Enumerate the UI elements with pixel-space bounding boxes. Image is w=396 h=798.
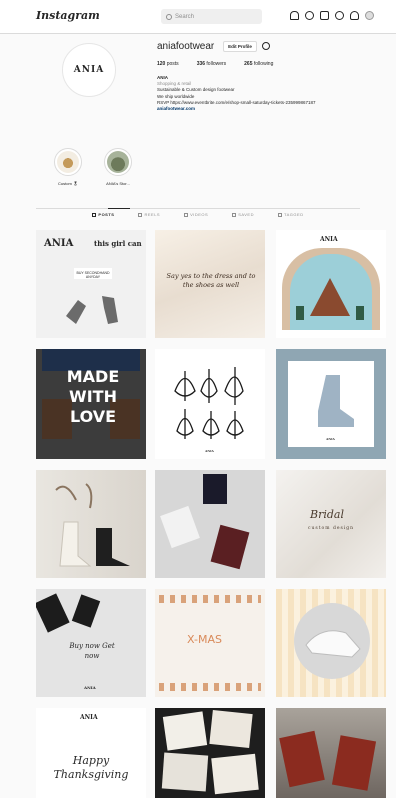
post-brand: ANIA	[84, 685, 96, 690]
post-caption: MADE WITH LOVE	[66, 367, 120, 426]
post-tile[interactable]	[155, 708, 265, 798]
post-tile[interactable]: ANIA this girl can BUY SECONDHAND ANYDAY	[36, 230, 146, 338]
profile-stats: 120 posts 336 followers 265 following	[157, 61, 291, 67]
profile-avatar-icon[interactable]	[365, 11, 374, 20]
post-tile[interactable]	[276, 708, 386, 798]
nav-icons	[290, 11, 380, 20]
tabs-divider	[36, 208, 360, 209]
grid-icon	[92, 212, 97, 217]
post-tile[interactable]: X-MAS	[155, 589, 265, 697]
boots-illustration	[66, 296, 118, 324]
edit-profile-button[interactable]: Edit Profile	[223, 41, 257, 52]
leaf-illustration	[174, 367, 244, 439]
highlight-stores[interactable]: ANIA's Stor...	[98, 148, 138, 186]
tab-saved[interactable]: SAVED	[232, 212, 254, 217]
messenger-icon[interactable]	[305, 11, 314, 20]
active-tab-indicator	[108, 208, 130, 209]
search-input[interactable]: Search	[161, 9, 262, 24]
instagram-logo[interactable]: Instagram	[36, 9, 100, 22]
post-title: X-MAS	[187, 633, 222, 646]
stat-posts[interactable]: 120 posts	[157, 61, 179, 67]
explore-icon[interactable]	[335, 11, 344, 20]
search-placeholder: Search	[175, 13, 195, 20]
post-caption: Buy now Get now	[69, 642, 115, 660]
post-tile[interactable]: ANIA Happy Thanksgiving	[36, 708, 146, 798]
post-brand: ANIA	[326, 437, 335, 441]
post-brand: ANIA	[320, 236, 338, 243]
bio-website-link[interactable]: aniafootwear.com	[157, 106, 382, 112]
search-icon	[166, 13, 172, 20]
post-tile[interactable]	[36, 470, 146, 578]
profile-bio: ANIA Shopping & retail Sustainable & Cus…	[157, 75, 382, 112]
tag-icon	[277, 212, 282, 217]
post-tile[interactable]	[155, 470, 265, 578]
post-tile[interactable]	[276, 589, 386, 697]
home-icon[interactable]	[290, 11, 299, 20]
post-tile[interactable]: Say yes to the dress and to the shoes as…	[155, 230, 265, 338]
mule-illustration	[305, 630, 361, 658]
top-nav-bar: Instagram Search	[0, 0, 396, 34]
post-subtitle: custom design	[308, 526, 355, 531]
post-image	[282, 248, 380, 330]
settings-gear-icon[interactable]	[262, 42, 270, 50]
post-title: Happy Thanksgiving	[53, 754, 129, 781]
profile-tabs: POSTS REELS VIDEOS SAVED TAGGED	[36, 212, 360, 217]
post-tile[interactable]: ANIA	[276, 230, 386, 338]
highlight-cover	[57, 151, 79, 173]
post-brand: ANIA	[205, 449, 214, 453]
highlight-label: Custom 🎖	[58, 181, 78, 186]
post-title: Bridal	[310, 508, 344, 521]
post-caption: Say yes to the dress and to the shoes as…	[166, 272, 256, 289]
bookmark-icon	[232, 212, 237, 217]
tab-videos[interactable]: VIDEOS	[184, 212, 208, 217]
highlight-custom[interactable]: Custom 🎖	[48, 148, 88, 186]
reels-icon	[138, 212, 143, 217]
boots-photo	[55, 483, 130, 567]
highlight-cover	[107, 151, 129, 173]
tab-posts[interactable]: POSTS	[92, 212, 114, 217]
post-tile[interactable]: ANIA	[276, 349, 386, 459]
tab-reels[interactable]: REELS	[138, 212, 160, 217]
post-tile[interactable]: MADE WITH LOVE	[36, 349, 146, 459]
post-title: this girl can	[94, 239, 142, 248]
profile-username: aniafootwear	[157, 41, 215, 52]
heart-icon[interactable]	[350, 11, 359, 20]
stat-followers[interactable]: 336 followers	[197, 61, 226, 67]
post-tile[interactable]: ANIA	[155, 349, 265, 459]
highlight-label: ANIA's Stor...	[106, 181, 130, 186]
post-brand: ANIA	[80, 714, 98, 721]
post-brand: ANIA	[44, 238, 74, 249]
post-tile[interactable]: Bridal custom design	[276, 470, 386, 578]
tab-tagged[interactable]: TAGGED	[277, 212, 304, 217]
stat-following[interactable]: 265 following	[244, 61, 273, 67]
post-tile[interactable]: Buy now Get now ANIA	[36, 589, 146, 697]
new-post-icon[interactable]	[320, 11, 329, 20]
post-tag: BUY SECONDHAND ANYDAY	[74, 268, 112, 279]
profile-avatar[interactable]: ANIA	[62, 43, 116, 97]
boot-illustration	[318, 375, 354, 427]
video-icon	[184, 212, 189, 217]
